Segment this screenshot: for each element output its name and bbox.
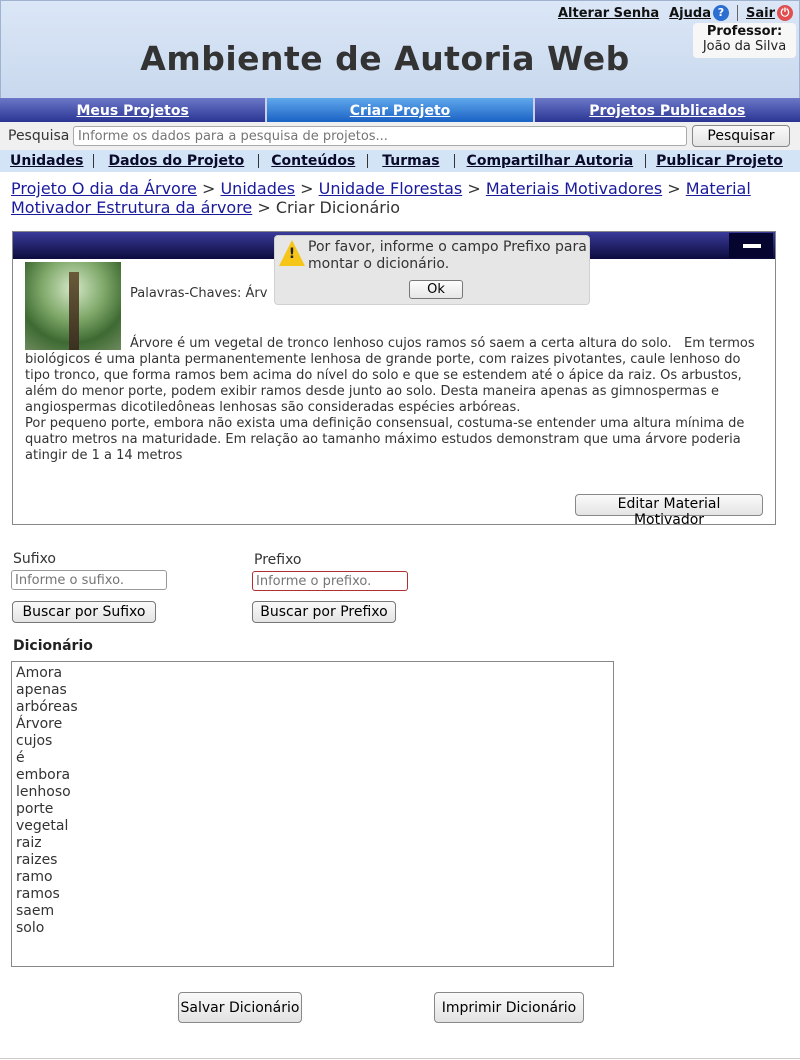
dictionary-word[interactable]: ramo xyxy=(16,869,613,886)
user-role: Professor: xyxy=(706,24,783,39)
prefix-label: Prefixo xyxy=(254,552,302,568)
dictionary-word[interactable]: vegetal xyxy=(16,818,613,835)
prefix-input[interactable] xyxy=(252,571,408,591)
app-title: Ambiente de Autoria Web xyxy=(140,39,630,78)
material-text: Árvore é um vegetal de tronco lenhoso cu… xyxy=(25,336,765,464)
dictionary-word[interactable]: raizes xyxy=(16,852,613,869)
dictionary-word[interactable]: porte xyxy=(16,801,613,818)
tab-my-projects[interactable]: Meus Projetos xyxy=(0,98,268,122)
divider xyxy=(736,5,738,21)
change-password-link[interactable]: Alterar Senha xyxy=(558,6,659,21)
breadcrumb-current: Criar Dicionário xyxy=(275,198,401,217)
save-dictionary-button[interactable]: Salvar Dicionário xyxy=(178,992,302,1023)
dictionary-list[interactable]: Amora apenas arbóreas Árvore cujos é embora len… xyxy=(11,661,614,967)
dictionary-title: Dicionário xyxy=(13,638,93,654)
dictionary-word[interactable]: Amora xyxy=(16,665,613,682)
dictionary-word[interactable]: saem xyxy=(16,903,613,920)
app-header: Alterar Senha Ajuda ? Sair ⏻ Professor: … xyxy=(0,0,800,99)
main-nav: Meus Projetos Criar Projeto Projetos Pub… xyxy=(0,98,800,122)
breadcrumb-units[interactable]: Unidades xyxy=(220,179,295,198)
project-submenu: Unidades Dados do Projeto Conteúdos Turm… xyxy=(0,150,800,172)
power-icon[interactable]: ⏻ xyxy=(777,5,793,21)
submenu-classes[interactable]: Turmas xyxy=(368,154,455,168)
divider xyxy=(0,1058,800,1059)
search-label: Pesquisa xyxy=(8,128,70,144)
breadcrumb: Projeto O dia da Árvore > Unidades > Uni… xyxy=(11,179,751,217)
dictionary-word[interactable]: embora xyxy=(16,767,613,784)
keywords-label: Palavras-Chaves: Árv xyxy=(130,286,268,301)
search-bar: Pesquisa Pesquisar xyxy=(0,122,800,151)
breadcrumb-unit[interactable]: Unidade Florestas xyxy=(319,179,463,198)
submenu-contents[interactable]: Conteúdos xyxy=(259,154,369,168)
dictionary-word[interactable]: apenas xyxy=(16,682,613,699)
dictionary-word[interactable]: raiz xyxy=(16,835,613,852)
suffix-label: Sufixo xyxy=(13,551,56,567)
help-icon[interactable]: ? xyxy=(712,5,729,21)
ok-button[interactable]: Ok xyxy=(409,280,463,299)
minimize-icon[interactable] xyxy=(729,233,773,258)
dictionary-word[interactable]: cujos xyxy=(16,733,613,750)
alert-message: Por favor, informe o campo Prefixo para … xyxy=(308,239,587,272)
dictionary-word[interactable]: arbóreas xyxy=(16,699,613,716)
material-body: Árvore é um vegetal de tronco lenhoso cu… xyxy=(25,336,755,463)
search-input[interactable] xyxy=(73,126,687,146)
breadcrumb-project[interactable]: Projeto O dia da Árvore xyxy=(11,179,197,198)
dictionary-word[interactable]: é xyxy=(16,750,613,767)
logout-link[interactable]: Sair xyxy=(746,6,775,21)
warning-mark: ! xyxy=(288,246,296,262)
help-link[interactable]: Ajuda xyxy=(669,6,711,21)
suffix-input[interactable] xyxy=(11,570,167,590)
submenu-project-data[interactable]: Dados do Projeto xyxy=(94,154,260,168)
dictionary-word[interactable]: lenhoso xyxy=(16,784,613,801)
submenu-share-authoring[interactable]: Compartilhar Autoria xyxy=(455,154,647,168)
search-by-suffix-button[interactable]: Buscar por Sufixo xyxy=(12,601,156,623)
submenu-units[interactable]: Unidades xyxy=(0,154,95,168)
tab-published-projects[interactable]: Projetos Publicados xyxy=(535,98,800,122)
print-dictionary-button[interactable]: Imprimir Dicionário xyxy=(434,992,584,1023)
breadcrumb-materials[interactable]: Materiais Motivadores xyxy=(486,179,662,198)
dictionary-word[interactable]: ramos xyxy=(16,886,613,903)
edit-material-button[interactable]: Editar Material Motivador xyxy=(575,494,763,528)
alert-dialog: ! Por favor, informe o campo Prefixo par… xyxy=(274,235,590,305)
top-links: Alterar Senha Ajuda ? Sair ⏻ xyxy=(558,5,793,21)
search-button[interactable]: Pesquisar xyxy=(692,125,790,147)
search-by-prefix-button[interactable]: Buscar por Prefixo xyxy=(252,601,396,623)
submenu-publish-project[interactable]: Publicar Projeto xyxy=(646,154,793,168)
tab-create-project[interactable]: Criar Projeto xyxy=(267,98,535,122)
dictionary-word[interactable]: solo xyxy=(16,920,613,937)
dictionary-word[interactable]: Árvore xyxy=(16,716,613,733)
